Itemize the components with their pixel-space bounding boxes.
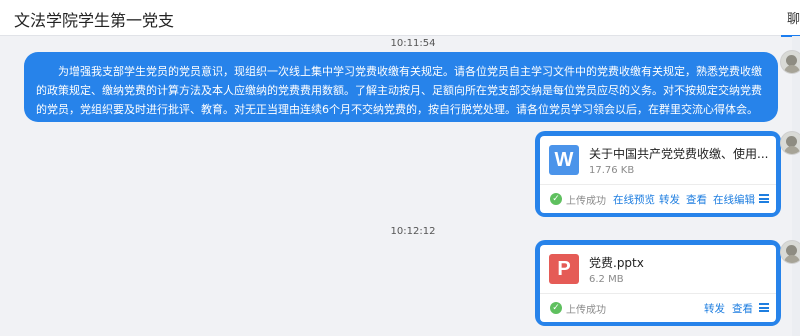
timestamp: 10:12:12	[390, 226, 436, 237]
edit-online-link[interactable]: 在线编辑	[713, 192, 755, 207]
file-card[interactable]: W 关于中国共产党党费收缴、使用... 17.76 KB	[540, 136, 776, 185]
message-bubble: 为增强我支部学生党员的党员意识，现组织一次线上集中学习党费收缴有关规定。请各位党…	[24, 52, 778, 122]
menu-icon[interactable]	[759, 194, 769, 203]
timestamp: 10:11:54	[390, 38, 436, 49]
upload-status: 上传成功	[566, 305, 606, 316]
upload-status: 上传成功	[566, 196, 606, 207]
forward-link[interactable]: 转发	[704, 301, 725, 316]
avatar[interactable]	[780, 50, 800, 74]
file-name[interactable]: 党费.pptx	[589, 254, 769, 271]
file-name[interactable]: 关于中国共产党党费收缴、使用...	[589, 145, 769, 162]
file-size: 6.2 MB	[589, 274, 624, 285]
ppt-doc-icon: P	[549, 254, 579, 284]
tab-chat[interactable]: 聊	[787, 8, 800, 27]
file-card[interactable]: P 党费.pptx 6.2 MB	[540, 245, 776, 294]
avatar[interactable]	[780, 131, 800, 155]
scrollbar[interactable]	[792, 36, 800, 336]
view-link[interactable]: 查看	[686, 192, 707, 207]
forward-link[interactable]: 转发	[659, 192, 680, 207]
check-circle-icon: ✓	[550, 302, 562, 314]
avatar[interactable]	[780, 240, 800, 264]
preview-online-link[interactable]: 在线预览	[613, 192, 655, 207]
chat-header: 文法学院学生第一党支 聊	[0, 0, 800, 37]
view-link[interactable]: 查看	[732, 301, 753, 316]
chat-title: 文法学院学生第一党支	[14, 11, 175, 30]
menu-icon[interactable]	[759, 303, 769, 312]
word-doc-icon: W	[549, 145, 579, 175]
file-size: 17.76 KB	[589, 165, 635, 176]
file-message-2: P 党费.pptx 6.2 MB ✓ 上传成功 转发 查看	[535, 240, 781, 326]
check-circle-icon: ✓	[550, 193, 562, 205]
file-message-1: W 关于中国共产党党费收缴、使用... 17.76 KB ✓ 上传成功 在线预览…	[535, 131, 781, 217]
